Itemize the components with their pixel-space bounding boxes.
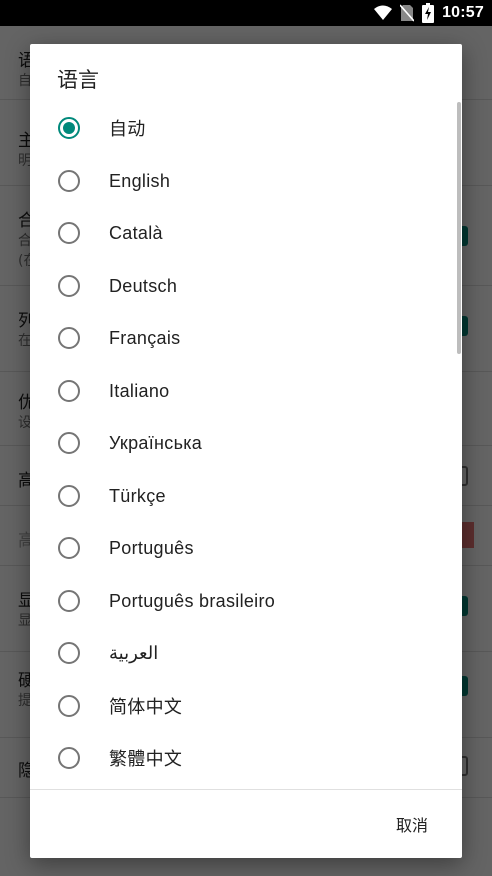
- battery-charging-icon: [422, 3, 435, 23]
- radio-button[interactable]: [58, 695, 80, 717]
- language-option[interactable]: Italiano: [30, 365, 462, 417]
- dialog-divider: [30, 789, 462, 790]
- language-option[interactable]: 自动: [30, 102, 462, 154]
- radio-button[interactable]: [58, 642, 80, 664]
- language-option-label: Türkçe: [109, 485, 166, 506]
- language-option-label: Català: [109, 222, 163, 243]
- cancel-button[interactable]: 取消: [382, 804, 442, 844]
- wifi-icon: [374, 5, 393, 20]
- language-option[interactable]: 简体中文: [30, 680, 462, 732]
- language-option-label: 繁體中文: [109, 749, 183, 769]
- language-option-label: 自动: [109, 119, 146, 139]
- radio-button[interactable]: [58, 275, 80, 297]
- language-option[interactable]: 繁體中文: [30, 732, 462, 784]
- language-option[interactable]: Português: [30, 522, 462, 574]
- language-dialog: 语言 自动 English Català Deutsch Français It…: [30, 44, 462, 858]
- no-sim-icon: [400, 4, 415, 22]
- radio-button[interactable]: [58, 590, 80, 612]
- language-option-list[interactable]: 自动 English Català Deutsch Français Itali…: [30, 102, 462, 788]
- language-option[interactable]: Türkçe: [30, 470, 462, 522]
- language-option-label: Deutsch: [109, 275, 178, 296]
- status-icons: 10:57: [374, 0, 484, 26]
- language-option[interactable]: Deutsch: [30, 260, 462, 312]
- language-option[interactable]: Català: [30, 207, 462, 259]
- status-bar: 10:57: [0, 0, 492, 26]
- radio-button[interactable]: [58, 485, 80, 507]
- language-option-label: العربية: [109, 642, 159, 663]
- radio-button-selected[interactable]: [58, 117, 80, 139]
- radio-button[interactable]: [58, 170, 80, 192]
- language-option[interactable]: Français: [30, 312, 462, 364]
- language-option-label: Português brasileiro: [109, 590, 276, 611]
- radio-button[interactable]: [58, 537, 80, 559]
- language-option-label: Українська: [109, 432, 203, 453]
- language-option-label: English: [109, 170, 171, 191]
- radio-button[interactable]: [58, 222, 80, 244]
- radio-button[interactable]: [58, 432, 80, 454]
- language-option[interactable]: Português brasileiro: [30, 575, 462, 627]
- language-option-label: 简体中文: [109, 697, 183, 717]
- language-option[interactable]: Українська: [30, 417, 462, 469]
- language-option-label: Italiano: [109, 380, 170, 401]
- language-option-label: Português: [109, 537, 194, 558]
- language-option[interactable]: English: [30, 155, 462, 207]
- scrollbar[interactable]: [457, 102, 461, 354]
- radio-button[interactable]: [58, 747, 80, 769]
- radio-button[interactable]: [58, 380, 80, 402]
- dialog-title: 语言: [57, 68, 99, 92]
- language-option[interactable]: العربية: [30, 627, 462, 679]
- language-option-label: Français: [109, 327, 181, 348]
- status-time: 10:57: [442, 4, 484, 21]
- radio-button[interactable]: [58, 327, 80, 349]
